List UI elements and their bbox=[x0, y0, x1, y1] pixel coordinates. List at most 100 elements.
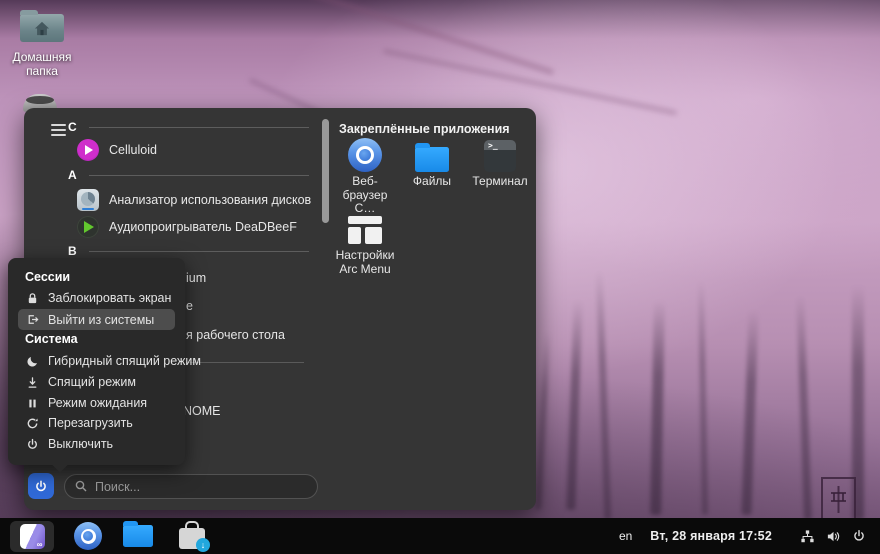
pinned-app-files[interactable]: Файлы bbox=[400, 138, 464, 189]
pinned-apps-title: Закреплённые приложения bbox=[339, 122, 510, 136]
search-field-wrap bbox=[64, 474, 318, 499]
desktop-icon-home-folder[interactable]: Домашняя папка bbox=[6, 8, 78, 78]
infinity-glyph: ∞ bbox=[37, 540, 43, 549]
menu-item-deadbeef[interactable]: Аудиопроигрыватель DeaDBeeF bbox=[77, 215, 297, 239]
restart-icon bbox=[26, 417, 39, 430]
tree-streak bbox=[535, 330, 550, 510]
pinned-app-label: Файлы bbox=[413, 175, 451, 189]
taskbar-right: en Вт, 28 января 17:52 bbox=[619, 529, 880, 544]
logout-icon bbox=[26, 313, 39, 326]
section-divider bbox=[89, 175, 309, 176]
chromium-browser-icon bbox=[74, 522, 102, 550]
hamburger-icon bbox=[51, 129, 66, 131]
volume-icon bbox=[826, 529, 841, 544]
menu-item-restart[interactable]: Перезагрузить bbox=[18, 413, 175, 433]
taskbar-app-software-center[interactable]: ↓ bbox=[174, 518, 210, 554]
session-item-label: Режим ожидания bbox=[48, 396, 147, 410]
system-tray bbox=[800, 529, 866, 544]
power-icon bbox=[852, 529, 866, 543]
pinned-app-arcmenu-settings[interactable]: Настройки Arc Menu bbox=[333, 212, 397, 276]
section-header-b: B bbox=[68, 244, 309, 258]
section-divider bbox=[89, 127, 309, 128]
home-icon bbox=[32, 20, 52, 37]
menu-item-label: Celluloid bbox=[109, 143, 157, 157]
power-icon bbox=[26, 438, 39, 451]
keyboard-layout-indicator[interactable]: en bbox=[619, 529, 632, 543]
pinned-apps-scrollbar[interactable] bbox=[322, 119, 329, 223]
menu-item-disk-analyzer[interactable]: Анализатор использования дисков bbox=[77, 188, 311, 212]
updates-badge: ↓ bbox=[196, 538, 210, 552]
taskbar-app-files[interactable] bbox=[120, 518, 156, 554]
section-divider bbox=[89, 251, 309, 252]
taskbar-menu-button[interactable]: ∞ bbox=[10, 521, 54, 552]
pinned-app-label: Веб- браузер C… bbox=[333, 175, 397, 216]
tree-streak bbox=[741, 310, 758, 515]
branch-streak bbox=[306, 0, 555, 75]
pause-icon bbox=[26, 397, 39, 410]
menu-item-logout[interactable]: Выйти из системы bbox=[18, 309, 175, 330]
seal-glyph bbox=[829, 485, 848, 514]
tree-streak bbox=[698, 280, 708, 515]
search-input[interactable] bbox=[64, 474, 318, 499]
disk-usage-analyzer-icon bbox=[77, 189, 99, 211]
search-icon bbox=[74, 479, 88, 493]
branch-streak bbox=[383, 49, 677, 115]
tree-streak bbox=[566, 300, 582, 510]
session-item-label: Выйти из системы bbox=[48, 313, 154, 327]
session-header: Сессии bbox=[25, 270, 70, 284]
section-letter: C bbox=[68, 120, 77, 134]
files-folder-icon bbox=[123, 525, 153, 547]
section-header-c: C bbox=[68, 120, 309, 134]
menu-item-label: Анализатор использования дисков bbox=[109, 193, 311, 207]
pinned-app-web-browser[interactable]: Веб- браузер C… bbox=[333, 138, 397, 216]
suspend-arrow-icon bbox=[26, 376, 39, 389]
taskbar-left: ∞ ↓ bbox=[0, 518, 210, 554]
menu-item-sleep[interactable]: Спящий режим bbox=[18, 372, 175, 392]
power-icon bbox=[34, 479, 48, 494]
session-item-label: Заблокировать экран bbox=[48, 291, 171, 305]
tree-streak bbox=[596, 270, 612, 520]
menu-item-celluloid[interactable]: Celluloid bbox=[77, 138, 157, 162]
session-item-label: Перезагрузить bbox=[48, 416, 133, 430]
pinned-app-label: Терминал bbox=[472, 175, 527, 189]
session-item-label: Выключить bbox=[48, 437, 113, 451]
clock[interactable]: Вт, 28 января 17:52 bbox=[650, 529, 772, 543]
occluded-item-fragment: e bbox=[186, 299, 193, 313]
menu-item-standby[interactable]: Режим ожидания bbox=[18, 393, 175, 413]
section-letter: A bbox=[68, 168, 77, 182]
terminal-icon: >_ bbox=[484, 140, 516, 172]
occluded-item-fragment: я рабочего стола bbox=[186, 328, 285, 342]
terminal-prompt-glyph: >_ bbox=[488, 141, 498, 150]
menu-power-button[interactable] bbox=[28, 473, 54, 499]
menu-item-label: Аудиопроигрыватель DeaDBeeF bbox=[109, 220, 297, 234]
deadbeef-player-icon bbox=[77, 216, 99, 238]
chromium-browser-icon bbox=[348, 138, 382, 172]
tree-streak bbox=[650, 300, 665, 515]
desktop-icon-label: Домашняя папка bbox=[6, 50, 78, 78]
tree-streak bbox=[796, 295, 812, 520]
lock-icon bbox=[26, 292, 39, 305]
taskbar: ∞ ↓ en Вт, 28 января 17:52 bbox=[0, 518, 880, 554]
artist-seal-stamp bbox=[821, 477, 856, 522]
session-item-label: Спящий режим bbox=[48, 375, 136, 389]
network-tray-button[interactable] bbox=[800, 529, 815, 544]
power-tray-button[interactable] bbox=[852, 529, 866, 543]
occluded-item-fragment: ium bbox=[186, 271, 206, 285]
menu-item-hybrid-sleep[interactable]: Гибридный спящий режим bbox=[18, 351, 175, 371]
system-header: Система bbox=[25, 332, 78, 346]
hamburger-menu-button[interactable] bbox=[46, 118, 70, 142]
alt-linux-logo-icon: ∞ bbox=[20, 524, 45, 549]
section-letter: B bbox=[68, 244, 77, 258]
menu-item-shutdown[interactable]: Выключить bbox=[18, 434, 175, 454]
volume-tray-button[interactable] bbox=[826, 529, 841, 544]
session-context-menu: Сессии Заблокировать экран Выйти из сист… bbox=[8, 258, 185, 465]
menu-item-lock-screen[interactable]: Заблокировать экран bbox=[18, 288, 175, 308]
arcmenu-settings-icon bbox=[348, 216, 382, 246]
home-folder-icon bbox=[20, 14, 64, 42]
taskbar-app-chromium[interactable] bbox=[70, 518, 106, 554]
occluded-item-fragment: NOME bbox=[183, 404, 221, 418]
files-folder-icon bbox=[415, 147, 449, 172]
pinned-app-terminal[interactable]: >_ Терминал bbox=[468, 138, 532, 189]
session-item-label: Гибридный спящий режим bbox=[48, 354, 201, 368]
network-icon bbox=[800, 529, 815, 544]
